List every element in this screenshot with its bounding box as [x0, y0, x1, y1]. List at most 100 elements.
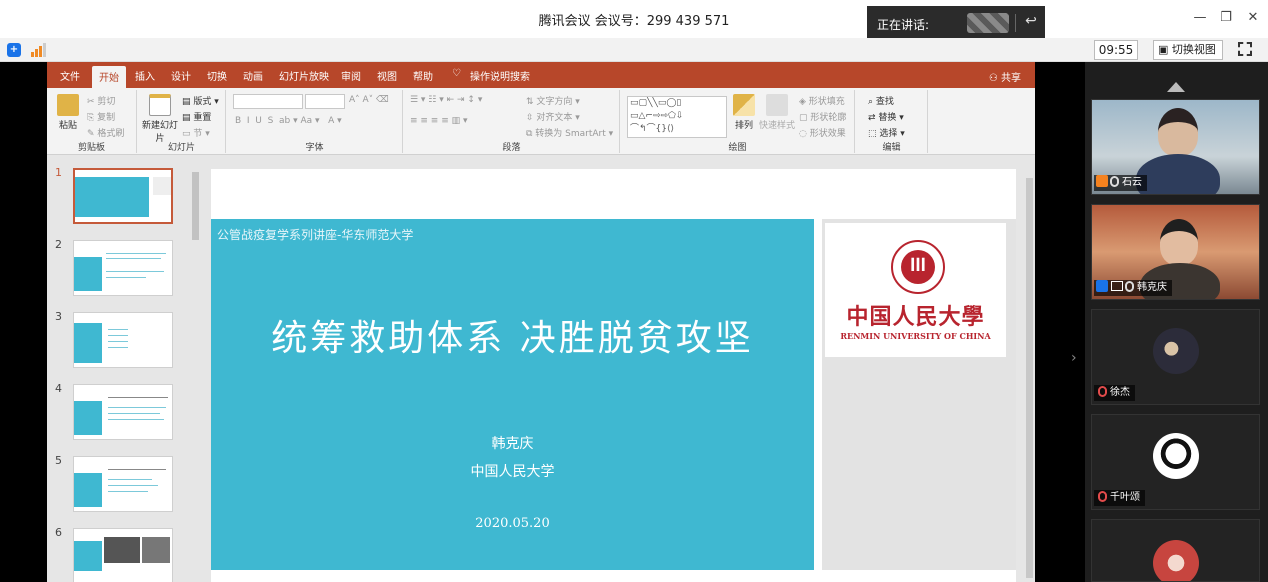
tab-view[interactable]: 视图 — [377, 68, 397, 83]
smartart-button[interactable]: ⧉ 转换为 SmartArt ▾ — [526, 126, 613, 139]
participant-tile[interactable] — [1091, 519, 1260, 582]
align-buttons[interactable]: ≡ ≡ ≡ ≡ ▥ ▾ — [410, 116, 468, 126]
paste-button[interactable]: 粘贴 — [55, 94, 81, 131]
microphone-icon — [1125, 281, 1134, 292]
font-size-select[interactable] — [305, 94, 345, 109]
ribbon: 粘贴 ✂ 剪切 ⎘ 复制 ✎ 格式刷 剪贴板 新建幻灯片 ▤ 版式 ▾ ▤ 重置… — [47, 88, 1035, 182]
thumbnail-scrollbar[interactable] — [190, 158, 200, 582]
scroll-up-icon[interactable] — [1167, 82, 1185, 92]
shapes-gallery[interactable]: ▭▢╲╲▭◯▯ ▭△⌐⇨⇨⬠⇩ ⌒↰⌒{}⟨⟩ — [627, 96, 727, 138]
share-button[interactable]: ⚇ 共享 — [989, 69, 1021, 84]
new-slide-button[interactable]: 新建幻灯片 — [142, 94, 178, 144]
avatar — [1153, 540, 1199, 581]
clipboard-group: 粘贴 ✂ 剪切 ⎘ 复制 ✎ 格式刷 剪贴板 — [47, 90, 137, 153]
participant-nametag: 徐杰 — [1094, 385, 1135, 401]
drawing-group: ▭▢╲╲▭◯▯ ▭△⌐⇨⇨⬠⇩ ⌒↰⌒{}⟨⟩ 排列 快速样式 ◈ 形状填充 ▢ 形… — [621, 90, 855, 153]
tab-review[interactable]: 审阅 — [341, 68, 361, 83]
arrange-icon — [733, 94, 755, 116]
chevron-right-icon[interactable]: › — [1071, 350, 1077, 366]
font-group-label: 字体 — [305, 143, 324, 153]
microphone-muted-icon — [1098, 386, 1107, 397]
replace-button[interactable]: ⇄ 替换 ▾ — [868, 110, 904, 123]
copy-button[interactable]: ⎘ 复制 — [87, 110, 115, 123]
find-button[interactable]: ⌕ 查找 — [868, 94, 894, 107]
thumbnail-slide-2[interactable] — [73, 240, 173, 296]
logo-chinese-name: 中国人民大學 — [846, 304, 985, 330]
tab-animations[interactable]: 动画 — [243, 68, 263, 83]
align-text-button[interactable]: ⇳ 对齐文本 ▾ — [526, 110, 580, 123]
thumbnail-slide-5[interactable] — [73, 456, 173, 512]
title-panel: 公管战疫复学系列讲座-华东师范大学 统筹救助体系 决胜脱贫攻坚 韩克庆 中国人民… — [211, 219, 814, 570]
slide-canvas: 公管战疫复学系列讲座-华东师范大学 统筹救助体系 决胜脱贫攻坚 韩克庆 中国人民… — [202, 156, 1035, 582]
lightbulb-icon: ♡ — [452, 68, 461, 79]
slides-group: 新建幻灯片 ▤ 版式 ▾ ▤ 重置 ▭ 节 ▾ 幻灯片 — [138, 90, 226, 153]
thumbnail-slide-3[interactable] — [73, 312, 173, 368]
user-icon — [1096, 280, 1108, 292]
paragraph-group: ☰ ▾ ☷ ▾ ⇤ ⇥ ↕ ▾ ≡ ≡ ≡ ≡ ▥ ▾ ⇅ 文字方向 ▾ ⇳ 对… — [404, 90, 620, 153]
list-buttons[interactable]: ☰ ▾ ☷ ▾ ⇤ ⇥ ↕ ▾ — [410, 95, 482, 105]
collapse-arrow-icon[interactable]: ↩ — [1022, 13, 1040, 33]
screen-share-icon — [1111, 281, 1123, 291]
select-button[interactable]: ⬚ 选择 ▾ — [868, 126, 905, 139]
thumbnail-slide-1[interactable] — [73, 168, 173, 224]
microphone-muted-icon — [1098, 491, 1107, 502]
cut-button[interactable]: ✂ 剪切 — [87, 94, 115, 107]
logo-panel: ꟾꟾꟾ 中国人民大學 RENMIN UNIVERSITY OF CHINA — [822, 219, 1016, 570]
tell-me-search[interactable]: 操作说明搜索 — [470, 68, 530, 83]
participant-tile[interactable]: 石云 — [1091, 99, 1260, 195]
slide-scrollbar[interactable] — [1023, 156, 1035, 582]
editing-group: ⌕ 查找 ⇄ 替换 ▾ ⬚ 选择 ▾ 编辑 — [856, 90, 928, 153]
microphone-icon — [1110, 176, 1119, 187]
participant-tile[interactable]: 千叶颂 — [1091, 414, 1260, 510]
avatar — [1153, 433, 1199, 479]
editing-group-label: 编辑 — [882, 143, 901, 153]
font-size-controls[interactable]: A˄ A˅ ⌫ — [349, 95, 389, 105]
format-painter-button[interactable]: ✎ 格式刷 — [87, 126, 124, 139]
section-button[interactable]: ▭ 节 ▾ — [182, 126, 210, 139]
tab-home[interactable]: 开始 — [92, 66, 126, 88]
text-direction-button[interactable]: ⇅ 文字方向 ▾ — [526, 94, 580, 107]
thumbnail-slide-6[interactable] — [73, 528, 173, 582]
tab-insert[interactable]: 插入 — [135, 68, 155, 83]
participant-tile[interactable]: 韩克庆 — [1091, 204, 1260, 300]
tab-file[interactable]: 文件 — [60, 68, 80, 83]
tab-transitions[interactable]: 切换 — [207, 68, 227, 83]
minimize-icon[interactable]: — — [1190, 10, 1210, 28]
thumbnail-number: 3 — [55, 310, 62, 323]
switch-view-button[interactable]: ▣ 切换视图 — [1153, 40, 1223, 60]
avatar — [1153, 328, 1199, 374]
font-family-select[interactable] — [233, 94, 303, 109]
shape-fill-button[interactable]: ◈ 形状填充 — [799, 94, 845, 107]
thumbnail-slide-4[interactable] — [73, 384, 173, 440]
tab-help[interactable]: 帮助 — [413, 68, 433, 83]
paste-icon — [57, 94, 79, 116]
slides-group-label: 幻灯片 — [167, 143, 195, 153]
meeting-timer: 09:55 — [1094, 40, 1138, 60]
security-shield-icon[interactable]: + — [7, 43, 21, 57]
close-icon[interactable]: ✕ — [1243, 10, 1263, 28]
paragraph-group-label: 段落 — [502, 143, 521, 153]
reset-button[interactable]: ▤ 重置 — [182, 110, 211, 123]
shape-outline-button[interactable]: ▢ 形状轮廓 — [799, 110, 846, 123]
current-slide[interactable]: 公管战疫复学系列讲座-华东师范大学 统筹救助体系 决胜脱贫攻坚 韩克庆 中国人民… — [211, 169, 1016, 582]
network-signal-icon[interactable] — [31, 43, 46, 57]
participant-tile[interactable]: 徐杰 — [1091, 309, 1260, 405]
font-group: A˄ A˅ ⌫ B I U S ab ▾ Aa ▾ A ▾ 字体 — [227, 90, 403, 153]
maximize-icon[interactable]: ❐ — [1216, 10, 1236, 28]
quick-styles-icon — [766, 94, 788, 116]
title-bar: 腾讯会议 会议号：299 439 571 — ❐ ✕ — [0, 0, 1268, 38]
tab-slideshow[interactable]: 幻灯片放映 — [279, 68, 329, 83]
text-style-buttons[interactable]: B I U S ab ▾ Aa ▾ A ▾ — [235, 116, 342, 126]
shape-effects-button[interactable]: ◌ 形状效果 — [799, 126, 846, 139]
participant-nametag: 石云 — [1094, 175, 1147, 191]
layout-button[interactable]: ▤ 版式 ▾ — [182, 94, 219, 107]
drawing-group-label: 绘图 — [728, 143, 747, 153]
participant-nametag: 韩克庆 — [1094, 280, 1172, 296]
tab-design[interactable]: 设计 — [171, 68, 191, 83]
fullscreen-icon[interactable] — [1238, 42, 1252, 56]
speaking-indicator: 正在讲话: ↩ — [867, 6, 1045, 40]
clipboard-group-label: 剪贴板 — [77, 143, 105, 153]
arrange-button[interactable]: 排列 — [731, 94, 757, 131]
logo-english-name: RENMIN UNIVERSITY OF CHINA — [840, 331, 991, 341]
quick-styles-button[interactable]: 快速样式 — [759, 94, 795, 131]
